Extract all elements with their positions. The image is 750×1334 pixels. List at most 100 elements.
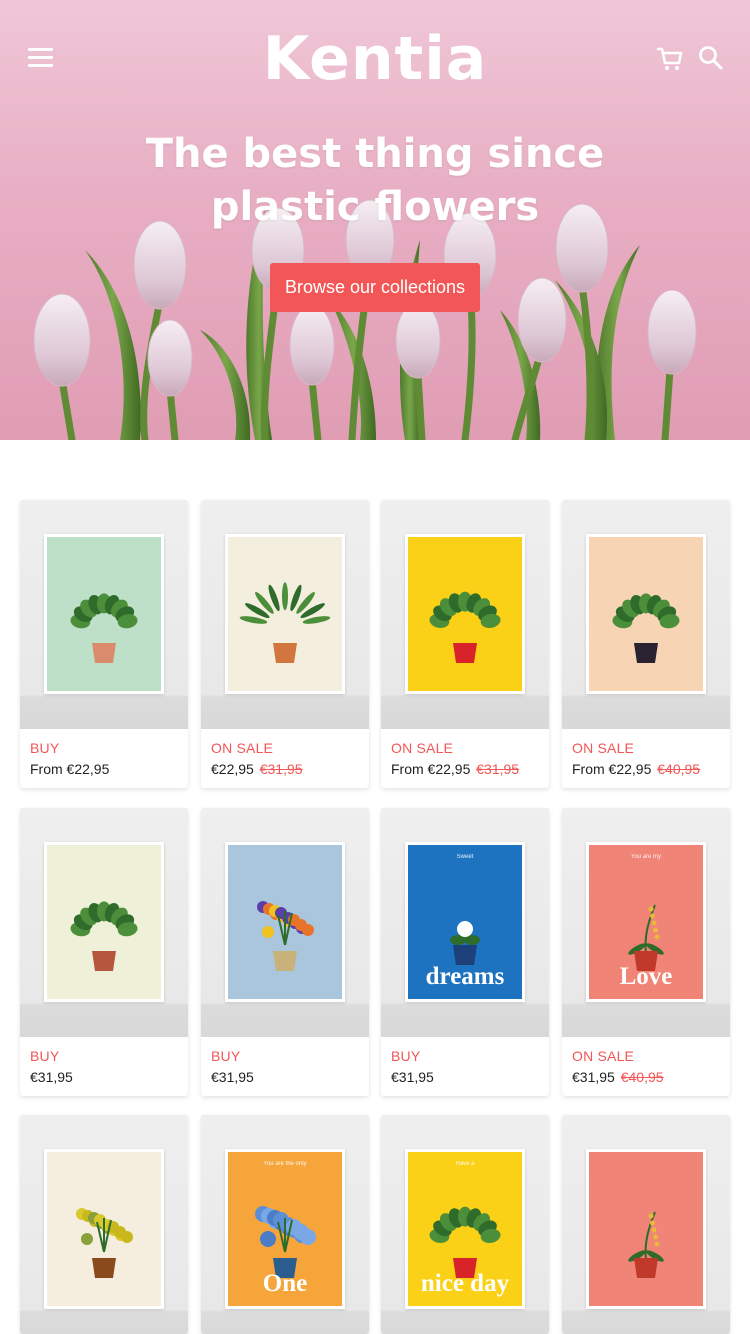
- product-card[interactable]: BUY €31,95: [20, 808, 188, 1096]
- product-tag[interactable]: BUY: [30, 740, 180, 759]
- plant-poster: [47, 845, 161, 999]
- product-price: From €22,95: [572, 761, 652, 777]
- product-price: €22,95: [211, 761, 254, 777]
- poster-frame: You are my Love: [586, 842, 706, 1002]
- product-info: ON SALE From €22,95 €31,95: [391, 740, 541, 777]
- plant-poster: [589, 537, 703, 691]
- product-card[interactable]: ON SALE From €22,95 €31,95: [381, 500, 549, 788]
- plant-illustration: [612, 593, 680, 663]
- hero-banner: Kentia The best thing since plastic flow…: [0, 0, 750, 440]
- search-icon[interactable]: [698, 45, 724, 71]
- poster-word: Love: [619, 963, 673, 990]
- poster-frame: Sweet dreams: [405, 842, 525, 1002]
- product-tag[interactable]: BUY: [391, 1048, 541, 1067]
- plant-poster: You are the only One: [228, 1152, 342, 1306]
- product-card[interactable]: ON SALE From €22,95 €40,95: [562, 500, 730, 788]
- poster-caption: Have a: [455, 1161, 475, 1167]
- brand-logo[interactable]: Kentia: [0, 24, 750, 94]
- product-card[interactable]: BUY €31,95: [201, 808, 369, 1096]
- product-photo[interactable]: Have a nice day: [381, 1115, 549, 1334]
- price-row: From €22,95 €31,95: [391, 761, 541, 777]
- product-price: From €22,95: [30, 761, 110, 777]
- product-tag[interactable]: BUY: [30, 1048, 180, 1067]
- price-row: €31,95 €40,95: [572, 1069, 722, 1085]
- product-info: BUY €31,95: [391, 1048, 541, 1085]
- product-tag[interactable]: ON SALE: [572, 1048, 722, 1067]
- poster-frame: [44, 534, 164, 694]
- plant-poster: Sweet dreams: [408, 845, 522, 999]
- product-price: €31,95: [211, 1069, 254, 1085]
- plant-poster: [589, 1152, 703, 1306]
- product-photo[interactable]: [20, 500, 188, 729]
- product-info: BUY From €22,95: [30, 740, 180, 777]
- poster-caption: You are the only: [263, 1161, 307, 1167]
- product-photo[interactable]: [562, 500, 730, 729]
- hero-headline-line-1: The best thing since: [145, 131, 605, 177]
- product-card[interactable]: Have a nice day: [381, 1115, 549, 1334]
- product-info: ON SALE From €22,95 €40,95: [572, 740, 722, 777]
- plant-poster: Have a nice day: [408, 1152, 522, 1306]
- poster-frame: You are the only One: [225, 1149, 345, 1309]
- browse-collections-button[interactable]: Browse our collections: [270, 263, 480, 312]
- shopping-cart-icon[interactable]: [656, 44, 684, 72]
- product-card[interactable]: [562, 1115, 730, 1334]
- product-price: €31,95: [572, 1069, 615, 1085]
- product-photo[interactable]: You are the only One: [201, 1115, 369, 1334]
- product-card[interactable]: You are my Love ON SALE €31,95 €40,95: [562, 808, 730, 1096]
- poster-caption: You are my: [630, 854, 662, 860]
- poster-frame: [44, 842, 164, 1002]
- product-photo[interactable]: You are my Love: [562, 808, 730, 1037]
- product-tag[interactable]: ON SALE: [391, 740, 541, 759]
- original-price: €31,95: [476, 761, 520, 777]
- plant-poster: [228, 845, 342, 999]
- poster-frame: [405, 534, 525, 694]
- original-price: €31,95: [259, 761, 303, 777]
- product-card[interactable]: ON SALE €22,95 €31,95: [201, 500, 369, 788]
- plant-poster: [228, 537, 342, 691]
- price-row: €31,95: [391, 1069, 541, 1085]
- plant-poster: You are my Love: [589, 845, 703, 999]
- product-card[interactable]: BUY From €22,95: [20, 500, 188, 788]
- product-price: €31,95: [391, 1069, 434, 1085]
- poster-frame: [44, 1149, 164, 1309]
- product-photo[interactable]: [20, 1115, 188, 1334]
- plant-illustration: [239, 582, 331, 663]
- poster-frame: [586, 1149, 706, 1309]
- poster-frame: [225, 842, 345, 1002]
- price-row: From €22,95 €40,95: [572, 761, 722, 777]
- hero-headline-line-2: plastic flowers: [210, 184, 540, 230]
- product-card[interactable]: You are the only One: [201, 1115, 369, 1334]
- product-tag[interactable]: BUY: [211, 1048, 361, 1067]
- product-price: From €22,95: [391, 761, 471, 777]
- product-card[interactable]: [20, 1115, 188, 1334]
- poster-word: One: [262, 1270, 308, 1297]
- product-photo[interactable]: [201, 500, 369, 729]
- product-photo[interactable]: [201, 808, 369, 1037]
- product-photo[interactable]: Sweet dreams: [381, 808, 549, 1037]
- plant-illustration: [429, 591, 501, 663]
- poster-frame: [586, 534, 706, 694]
- product-info: ON SALE €22,95 €31,95: [211, 740, 361, 777]
- product-photo[interactable]: [381, 500, 549, 729]
- price-row: €31,95: [211, 1069, 361, 1085]
- plant-illustration: [70, 901, 138, 971]
- plant-illustration: [76, 1208, 133, 1278]
- product-photo[interactable]: [562, 1115, 730, 1334]
- original-price: €40,95: [657, 761, 701, 777]
- plant-poster: [47, 537, 161, 691]
- price-row: €31,95: [30, 1069, 180, 1085]
- poster-word: dreams: [425, 963, 505, 990]
- plant-illustration: [257, 901, 314, 971]
- poster-frame: Have a nice day: [405, 1149, 525, 1309]
- price-row: €22,95 €31,95: [211, 761, 361, 777]
- original-price: €40,95: [620, 1069, 664, 1085]
- price-row: From €22,95: [30, 761, 180, 777]
- product-card[interactable]: Sweet dreams BUY €31,95: [381, 808, 549, 1096]
- poster-caption: Sweet: [456, 854, 474, 860]
- product-info: BUY €31,95: [30, 1048, 180, 1085]
- product-photo[interactable]: [20, 808, 188, 1037]
- hero-headline: The best thing since plastic flowers: [75, 128, 675, 234]
- product-tag[interactable]: ON SALE: [211, 740, 361, 759]
- plant-illustration: [628, 1211, 664, 1278]
- product-tag[interactable]: ON SALE: [572, 740, 722, 759]
